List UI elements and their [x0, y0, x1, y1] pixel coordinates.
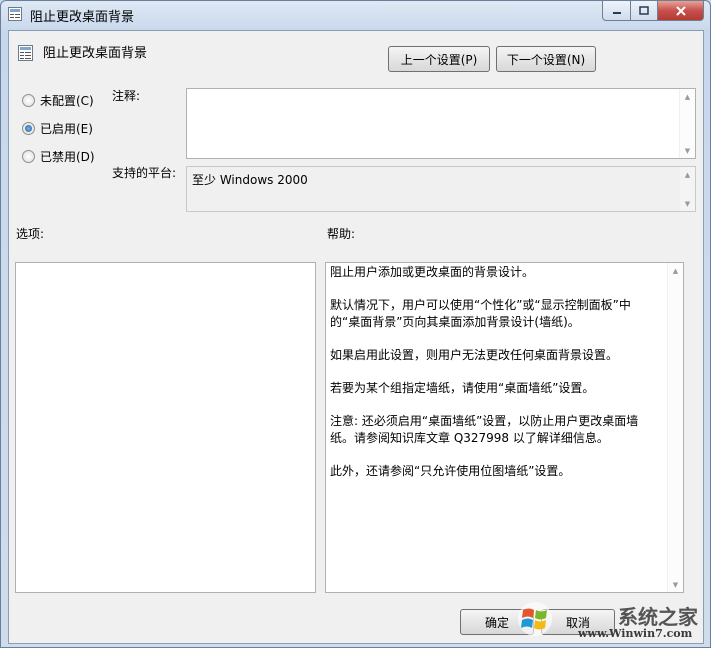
supported-platform-field: 至少 Windows 2000 ▲ ▼ [186, 166, 696, 212]
supported-platform-label: 支持的平台: [112, 166, 177, 180]
scroll-up-icon[interactable]: ▲ [680, 167, 695, 182]
watermark: 系统之家 www.Winwin7.com [515, 597, 703, 643]
scroll-down-icon[interactable]: ▼ [668, 577, 683, 592]
radio-button[interactable] [22, 122, 35, 135]
help-label: 帮助: [327, 227, 356, 241]
help-paragraph: 若要为某个组指定墙纸，请使用“桌面墙纸”设置。 [330, 381, 595, 395]
windows-logo-icon [518, 602, 552, 636]
maximize-button[interactable] [631, 1, 658, 21]
maximize-icon [639, 6, 649, 15]
scroll-down-icon[interactable]: ▼ [680, 196, 695, 211]
comment-label: 注释: [112, 89, 141, 103]
radio-not-configured[interactable]: 未配置(C) [22, 92, 94, 109]
help-panel[interactable]: 阻止用户添加或更改桌面的背景设计。 默认情况下，用户可以使用“个性化”或“显示控… [325, 262, 684, 593]
close-button[interactable] [658, 1, 704, 21]
help-text: 阻止用户添加或更改桌面的背景设计。 默认情况下，用户可以使用“个性化”或“显示控… [330, 264, 660, 496]
watermark-brand: 系统之家 [618, 605, 698, 629]
help-paragraph: 默认情况下，用户可以使用“个性化”或“显示控制面板”中的“桌面背景”页向其桌面添… [330, 298, 631, 329]
setting-title: 阻止更改桌面背景 [43, 46, 148, 61]
scroll-up-icon[interactable]: ▲ [668, 263, 683, 278]
policy-setting-icon [18, 45, 33, 61]
options-panel [15, 262, 316, 593]
minimize-button[interactable] [602, 1, 631, 21]
scroll-down-icon[interactable]: ▼ [680, 143, 695, 158]
policy-window: 阻止更改桌面背景 阻止更改桌面背景 上一个设置(P) 下一个设置(N) 未配置(… [0, 0, 711, 648]
help-paragraph: 此外，还请参阅“只允许使用位图墙纸”设置。 [330, 464, 571, 478]
options-label: 选项: [16, 227, 45, 241]
radio-label: 已启用(E) [40, 122, 93, 136]
caption-buttons [602, 1, 704, 21]
radio-label: 已禁用(D) [40, 150, 95, 164]
radio-enabled[interactable]: 已启用(E) [22, 120, 93, 137]
radio-button[interactable] [22, 94, 35, 107]
radio-button[interactable] [22, 150, 35, 163]
help-paragraph: 阻止用户添加或更改桌面的背景设计。 [330, 265, 535, 279]
dialog-body: 阻止更改桌面背景 上一个设置(P) 下一个设置(N) 未配置(C) 已启用(E)… [8, 30, 704, 644]
comment-textarea[interactable]: ▲ ▼ [186, 88, 696, 159]
previous-setting-button[interactable]: 上一个设置(P) [388, 46, 490, 72]
minimize-icon [612, 11, 621, 14]
watermark-url: www.Winwin7.com [578, 627, 693, 640]
radio-label: 未配置(C) [40, 94, 94, 108]
comment-scrollbar[interactable]: ▲ ▼ [679, 89, 695, 158]
policy-setting-icon [8, 7, 22, 21]
window-title: 阻止更改桌面背景 [30, 10, 135, 25]
help-scrollbar[interactable]: ▲ ▼ [667, 263, 683, 592]
close-icon [675, 5, 686, 16]
help-paragraph: 如果启用此设置，则用户无法更改任何桌面背景设置。 [330, 348, 619, 362]
scroll-up-icon[interactable]: ▲ [680, 89, 695, 104]
platform-scrollbar[interactable]: ▲ ▼ [679, 167, 695, 211]
supported-platform-value: 至少 Windows 2000 [192, 173, 308, 187]
next-setting-button[interactable]: 下一个设置(N) [496, 46, 596, 72]
title-bar[interactable]: 阻止更改桌面背景 [1, 1, 710, 29]
radio-disabled[interactable]: 已禁用(D) [22, 148, 95, 165]
help-paragraph: 注意: 还必须启用“桌面墙纸”设置，以防止用户更改桌面墙纸。请参阅知识库文章 Q… [330, 414, 639, 445]
